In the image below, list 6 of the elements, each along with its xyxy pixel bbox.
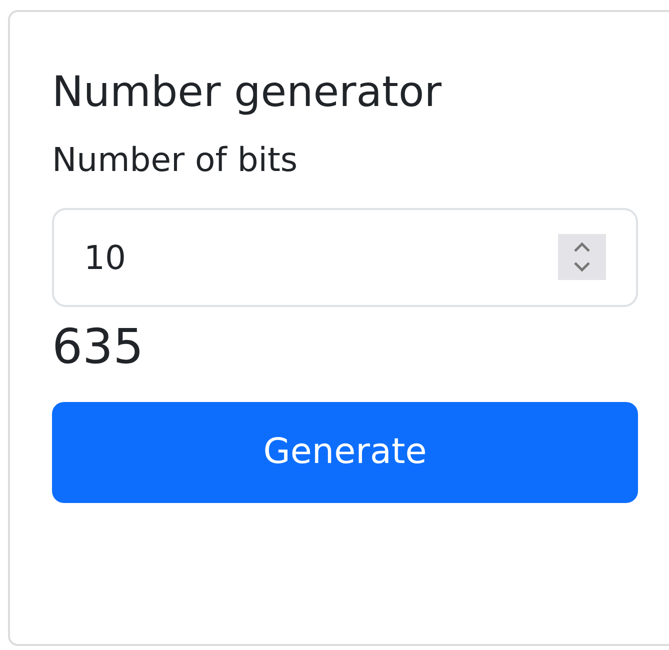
generate-button[interactable]: Generate [52, 402, 638, 503]
card-title: Number generator [52, 66, 442, 118]
number-input[interactable]: 10 [52, 208, 638, 307]
result-number: 635 [52, 318, 145, 377]
field-label: Number of bits [52, 139, 299, 181]
spinner-icon[interactable] [558, 234, 606, 280]
